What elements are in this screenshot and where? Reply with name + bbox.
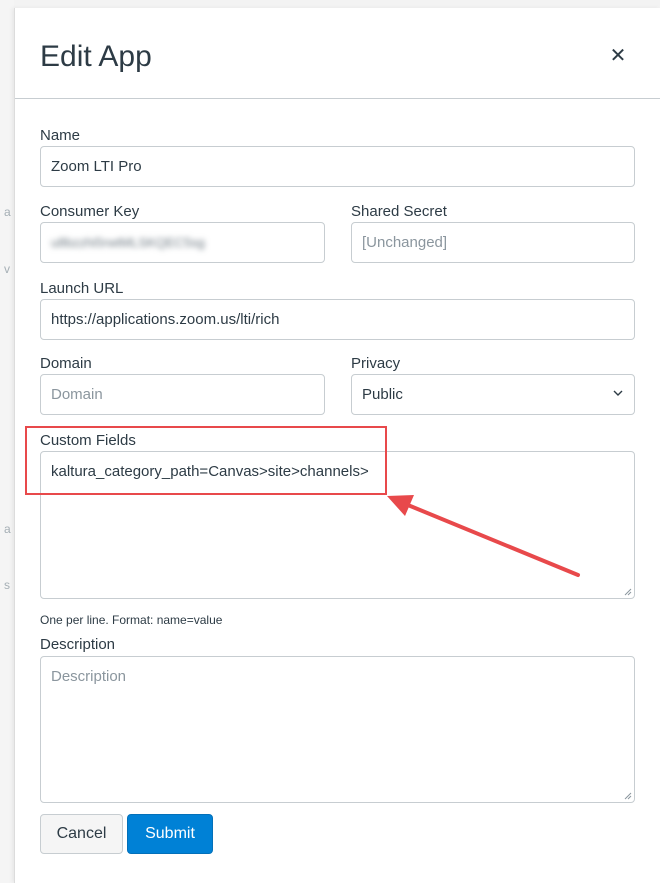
annotation-arrow-icon [387,495,580,577]
